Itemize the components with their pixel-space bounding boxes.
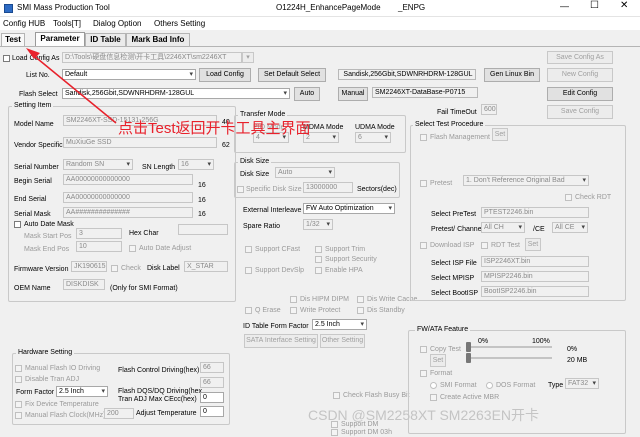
annotation-arrow [26,48,117,124]
annotation-text: 点击Test返回开卡工具主界面 [118,120,311,137]
watermark: CSDN @SM2258XT SM2263EN开卡 [308,407,540,423]
